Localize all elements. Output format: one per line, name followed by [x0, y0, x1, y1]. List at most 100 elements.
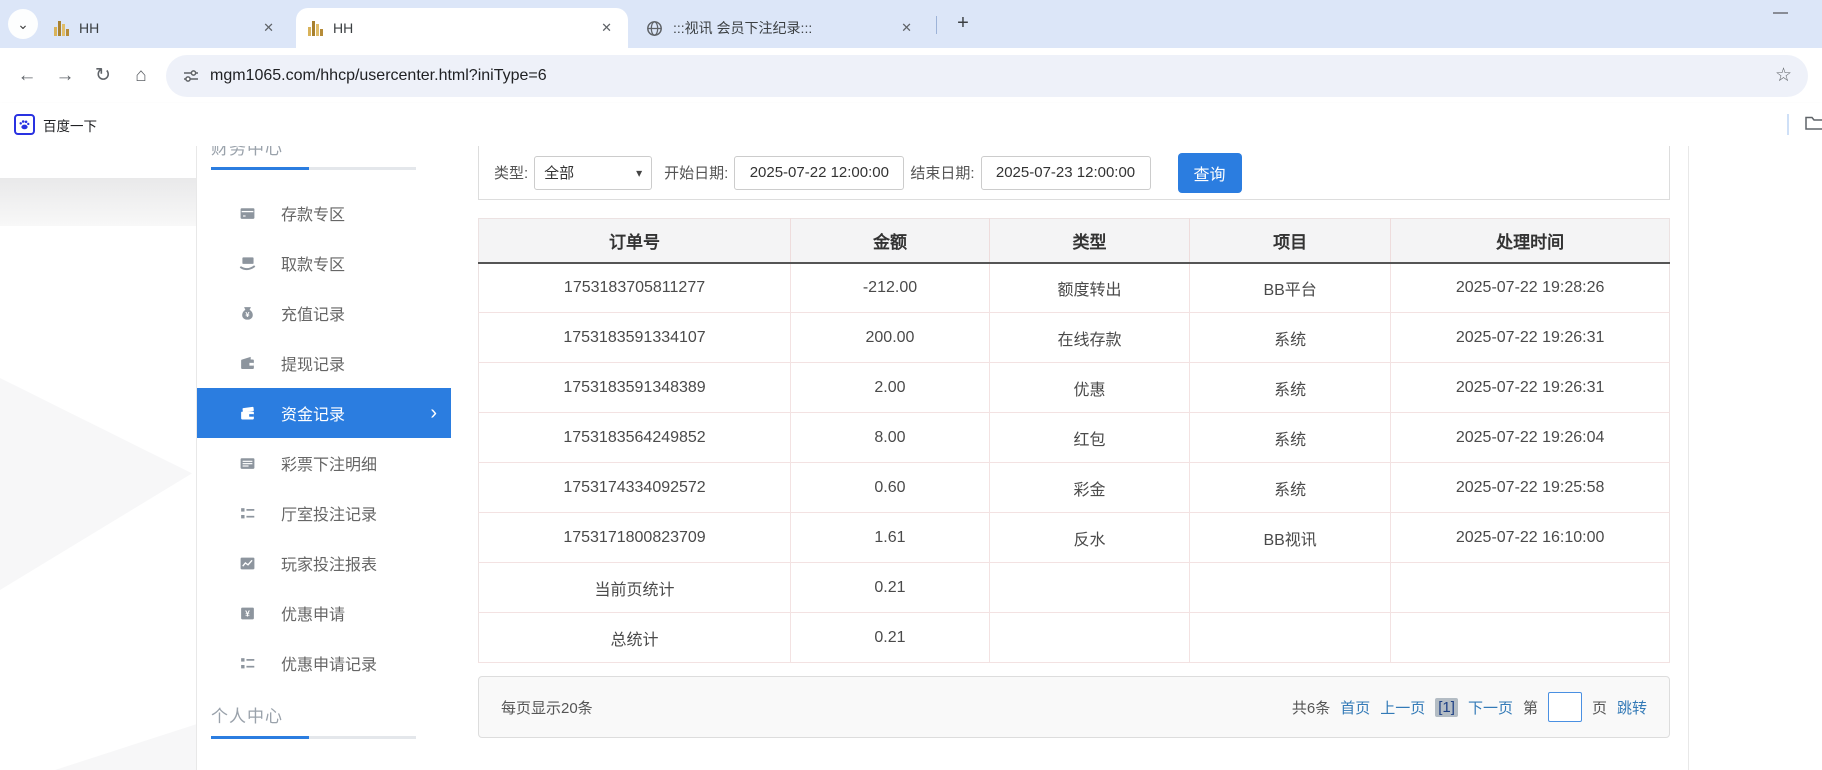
- forward-button[interactable]: →: [46, 57, 84, 95]
- tab-search-button[interactable]: ⌄: [8, 9, 38, 39]
- col-order-no: 订单号: [478, 218, 791, 264]
- cell-order-no: 1753171800823709: [478, 512, 792, 563]
- cell-type: 优惠: [988, 362, 1191, 413]
- close-icon[interactable]: ✕: [259, 18, 278, 38]
- sidebar-item-promo-apply-records[interactable]: 优惠申请记录: [197, 638, 451, 688]
- tab-title: :::视讯 会员下注纪录:::: [673, 20, 813, 36]
- table-row-grand-total: 总统计 0.21: [478, 612, 1670, 663]
- jump-page-input[interactable]: [1547, 692, 1582, 722]
- cell-process-time: 2025-07-22 19:26:04: [1390, 412, 1670, 463]
- cell-order-no: 1753174334092572: [478, 462, 792, 513]
- end-date-input[interactable]: [980, 155, 1151, 190]
- first-page-link[interactable]: 首页: [1340, 697, 1370, 718]
- browser-toolbar: ← → ↻ ⌂ mgm1065.com/hhcp/usercenter.html…: [0, 48, 1822, 103]
- funds-wallet-icon: [239, 405, 259, 422]
- chevron-down-icon: ⌄: [17, 15, 29, 32]
- sidebar-item-label: 存款专区: [281, 207, 346, 224]
- funds-records-table: 订单号 金额 类型 项目 处理时间 1753183705811277 -212.…: [478, 218, 1670, 663]
- sidebar-item-lottery-bet-details[interactable]: 彩票下注明细: [197, 438, 451, 488]
- address-bar[interactable]: mgm1065.com/hhcp/usercenter.html?iniType…: [166, 54, 1808, 97]
- url-text: mgm1065.com/hhcp/usercenter.html?iniType…: [210, 66, 547, 84]
- table-row: 1753171800823709 1.61 反水 BB视讯 2025-07-22…: [478, 512, 1670, 563]
- cell-amount: 1.61: [790, 512, 990, 563]
- new-tab-button[interactable]: +: [948, 8, 978, 38]
- close-icon[interactable]: ✕: [897, 18, 916, 38]
- bookmark-baidu[interactable]: 百度一下: [43, 115, 97, 135]
- table-row: 1753183705811277 -212.00 额度转出 BB平台 2025-…: [478, 262, 1670, 313]
- sidebar-item-promo-apply[interactable]: ¥ 优惠申请: [197, 588, 451, 638]
- close-icon[interactable]: ✕: [597, 18, 616, 38]
- web-page: 财务中心 存款专区 取款专区 ¥ 充值记录 提现记录 资金记录 › 彩票下注明细…: [0, 146, 1822, 770]
- cell-amount: 2.00: [790, 362, 990, 413]
- bookmark-star-icon[interactable]: ☆: [1775, 64, 1792, 87]
- sidebar-section-finance: 财务中心: [211, 146, 283, 158]
- sidebar-item-room-bet-records[interactable]: 厅室投注记录: [197, 488, 451, 538]
- home-button[interactable]: ⌂: [122, 57, 160, 95]
- cell-project: BB平台: [1188, 262, 1392, 313]
- start-date-input[interactable]: [734, 155, 905, 190]
- cell-type: 在线存款: [988, 312, 1191, 363]
- sidebar-item-withdraw-zone[interactable]: 取款专区: [197, 238, 451, 288]
- section-underline: [211, 167, 416, 170]
- bookmarks-divider: [1787, 114, 1789, 135]
- jump-prefix-label: 第: [1522, 699, 1538, 717]
- sidebar-item-withdrawal-records[interactable]: 提现记录: [197, 338, 451, 388]
- window-minimize-button[interactable]: —: [1773, 4, 1788, 21]
- prev-page-link[interactable]: 上一页: [1380, 697, 1425, 718]
- tab-video-records[interactable]: :::视讯 会员下注纪录::: ✕: [634, 8, 928, 48]
- cell-type: 彩金: [988, 462, 1191, 513]
- grid-list-icon: [239, 655, 259, 672]
- col-process-time: 处理时间: [1390, 218, 1670, 264]
- sidebar-item-player-bet-report[interactable]: 玩家投注报表: [197, 538, 451, 588]
- back-button[interactable]: ←: [8, 57, 46, 95]
- sidebar-item-deposit-zone[interactable]: 存款专区: [197, 188, 451, 238]
- deposit-card-icon: [239, 205, 259, 222]
- sidebar-item-label: 厅室投注记录: [281, 507, 378, 524]
- tab-strip: ⌄ HH ✕ HH ✕ :::视讯 会员下注纪录::: ✕ + —: [0, 0, 1822, 48]
- next-page-link[interactable]: 下一页: [1468, 697, 1513, 718]
- table-row: 1753183564249852 8.00 红包 系统 2025-07-22 1…: [478, 412, 1670, 463]
- cell-order-no: 1753183591334107: [478, 312, 792, 363]
- sidebar-item-label: 资金记录: [281, 407, 346, 424]
- table-row: 1753183591348389 2.00 优惠 系统 2025-07-22 1…: [478, 362, 1670, 413]
- sidebar-item-recharge-records[interactable]: ¥ 充值记录: [197, 288, 451, 338]
- tab-hh-2-active[interactable]: HH ✕: [296, 8, 628, 48]
- sidebar-item-label: 提现记录: [281, 357, 346, 374]
- search-button[interactable]: 查询: [1177, 152, 1242, 193]
- cell-project: 系统: [1188, 312, 1392, 363]
- sidebar-item-label: 彩票下注明细: [281, 457, 378, 474]
- tab-hh-1[interactable]: HH ✕: [42, 8, 290, 48]
- cell-process-time: 2025-07-22 19:26:31: [1390, 312, 1670, 363]
- site-favicon-gold-icon: [308, 20, 323, 36]
- start-date-label: 开始日期:: [664, 165, 729, 182]
- jump-suffix-label: 页: [1591, 699, 1607, 717]
- per-page-label: 每页显示20条: [501, 699, 593, 717]
- pagination-controls: 共6条 首页 上一页 [1] 下一页 第 页 跳转: [1292, 692, 1647, 722]
- reload-button[interactable]: ↻: [84, 57, 122, 95]
- cell-project: 系统: [1188, 412, 1392, 463]
- jump-button[interactable]: 跳转: [1617, 697, 1647, 718]
- background-watermark: [0, 178, 205, 226]
- table-row-page-total: 当前页统计 0.21: [478, 562, 1670, 613]
- total-count: 共6条: [1291, 699, 1331, 717]
- cell-amount: 0.21: [790, 612, 990, 663]
- table-header-row: 订单号 金额 类型 项目 处理时间: [478, 218, 1670, 264]
- sidebar-item-funds-records[interactable]: 资金记录 ›: [197, 388, 451, 438]
- cell-amount: 0.21: [790, 562, 990, 613]
- wallet-icon: [239, 355, 259, 372]
- type-select[interactable]: 全部 ▾: [534, 155, 653, 190]
- tab-title: HH: [333, 20, 354, 36]
- cell-amount: 200.00: [790, 312, 990, 363]
- chevron-down-icon: ▾: [636, 165, 643, 180]
- globe-icon: [646, 20, 663, 37]
- all-bookmarks-folder-icon[interactable]: [1804, 113, 1822, 138]
- cell-label: 总统计: [478, 612, 792, 663]
- chart-icon: [239, 555, 259, 572]
- table-row: 1753174334092572 0.60 彩金 系统 2025-07-22 1…: [478, 462, 1670, 513]
- sidebar-item-label: 充值记录: [281, 307, 346, 324]
- sidebar: 财务中心 存款专区 取款专区 ¥ 充值记录 提现记录 资金记录 › 彩票下注明细…: [197, 146, 451, 770]
- cell-project: 系统: [1188, 462, 1392, 513]
- tab-divider: [936, 16, 937, 34]
- site-settings-icon[interactable]: [182, 67, 200, 85]
- site-container: 财务中心 存款专区 取款专区 ¥ 充值记录 提现记录 资金记录 › 彩票下注明细…: [196, 146, 1689, 770]
